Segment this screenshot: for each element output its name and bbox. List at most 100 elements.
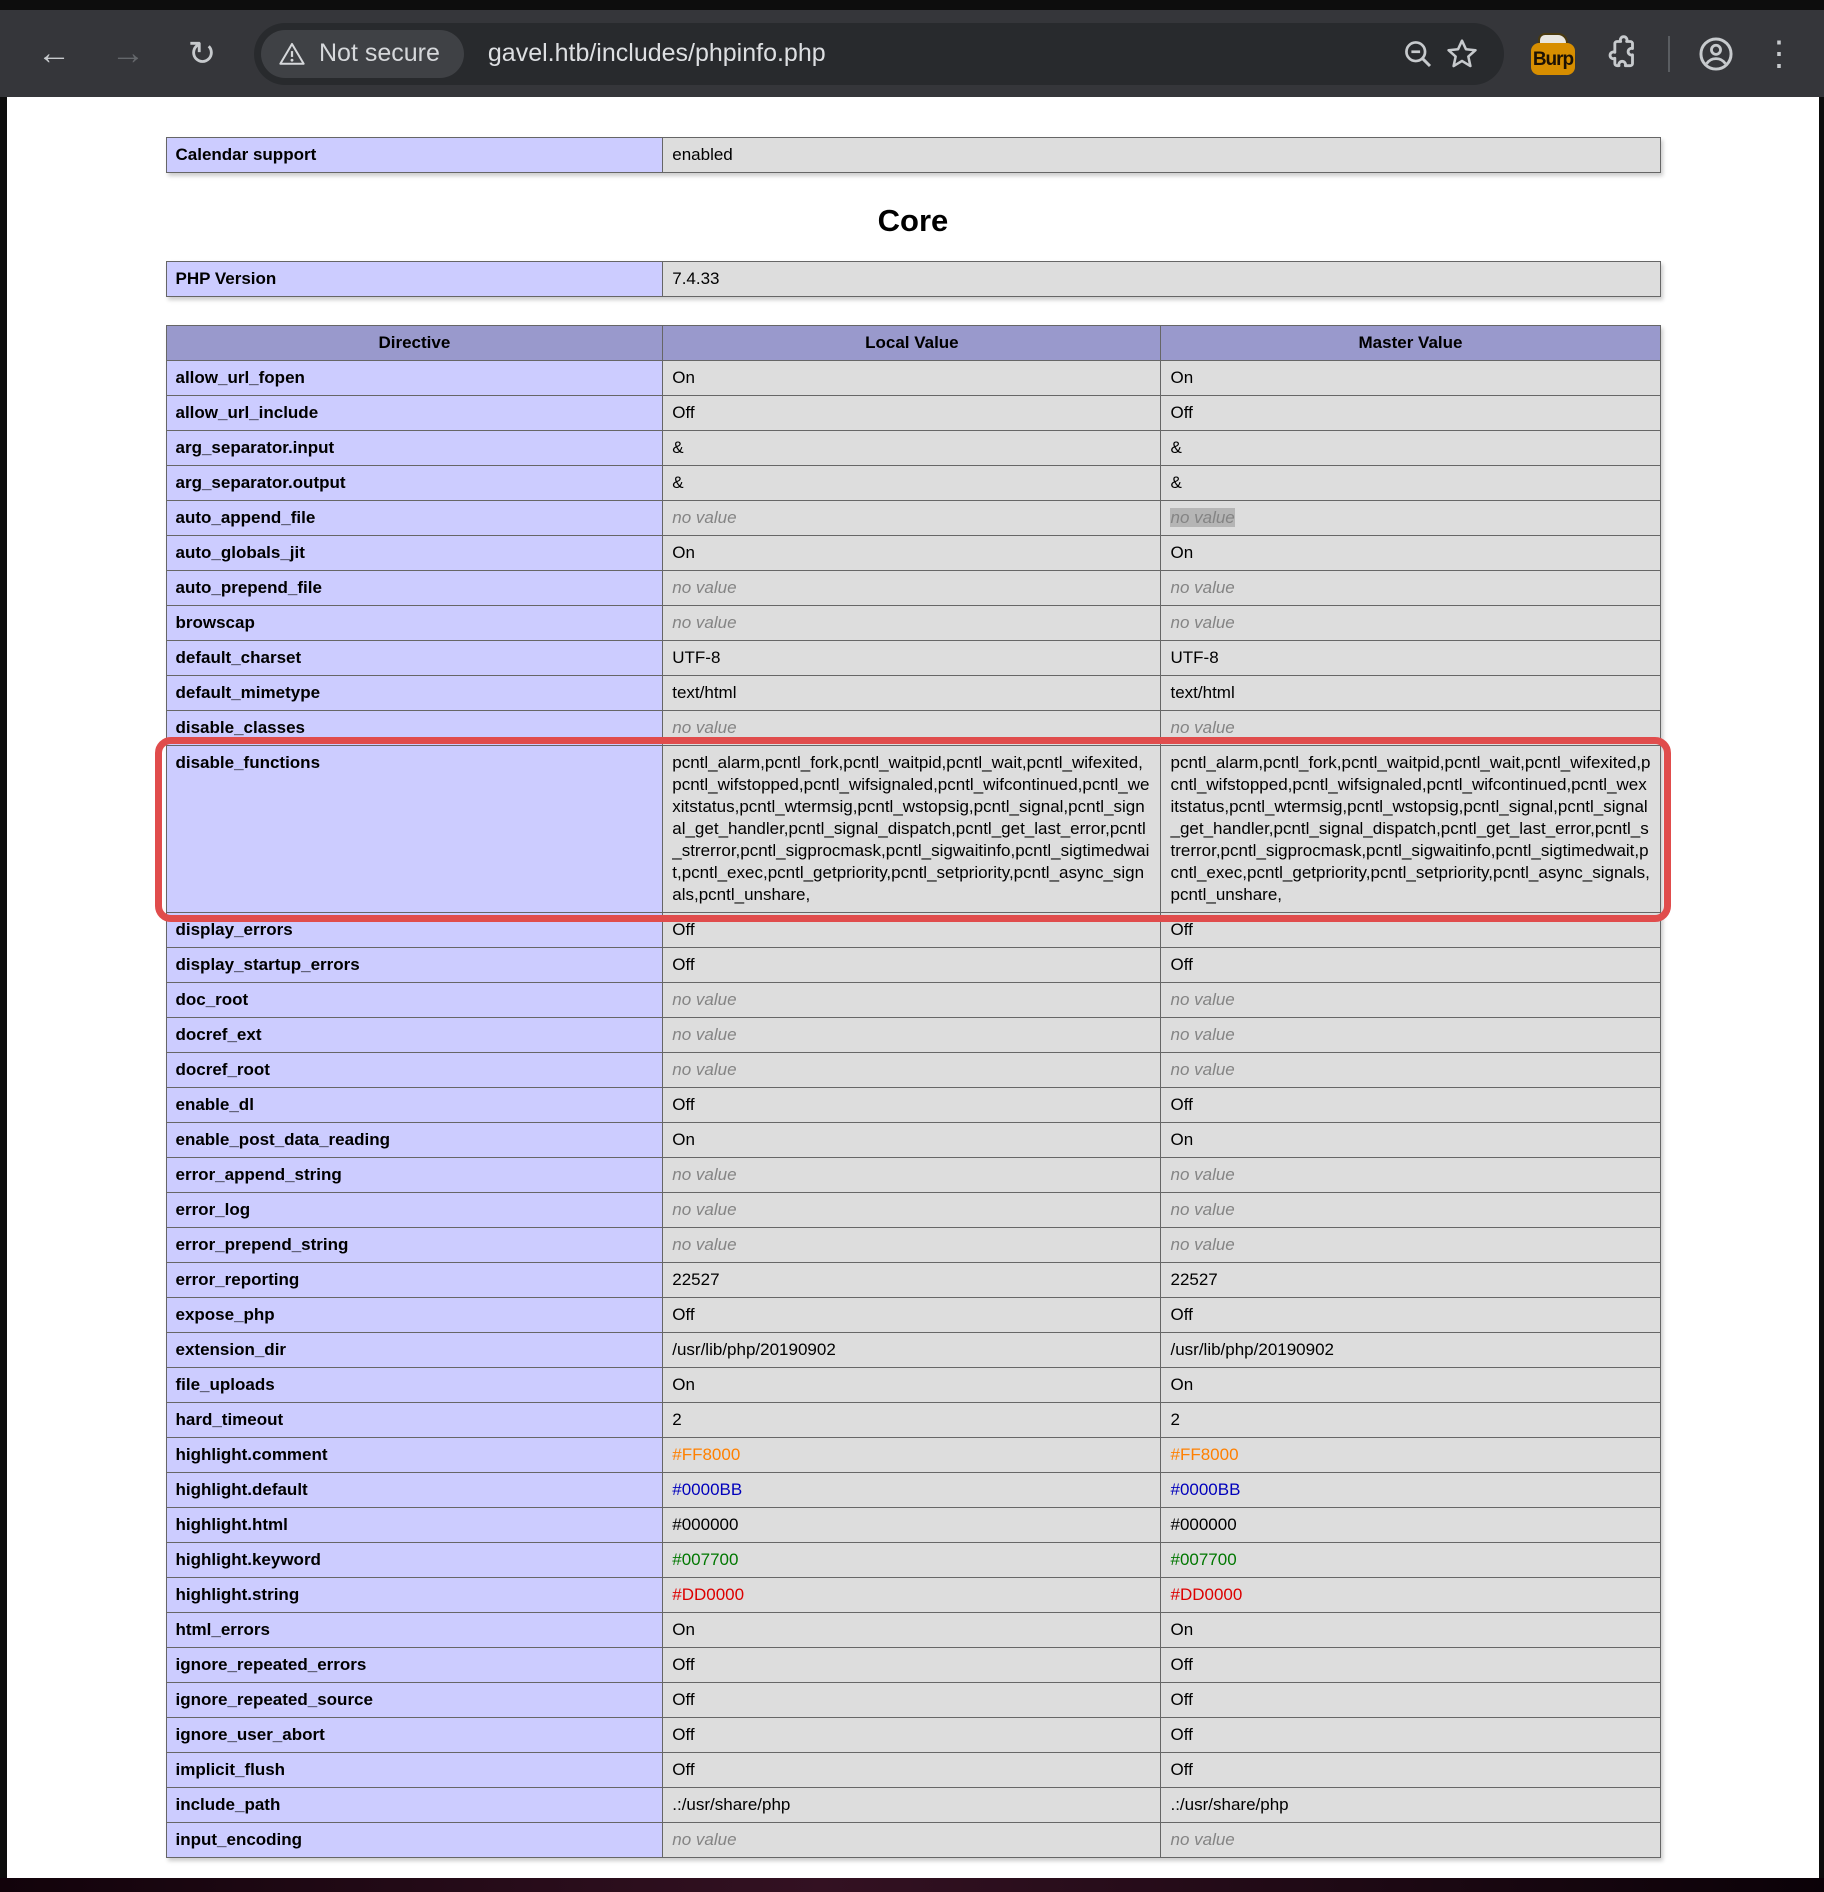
directive-cell: highlight.string bbox=[166, 1578, 663, 1613]
value-cell: no value bbox=[1161, 983, 1660, 1018]
value-cell: enabled bbox=[663, 138, 1660, 173]
reload-button[interactable]: ↻ bbox=[174, 26, 230, 82]
table-row: arg_separator.input&& bbox=[166, 431, 1660, 466]
value-cell: 22527 bbox=[663, 1263, 1161, 1298]
value-cell: Off bbox=[1161, 1753, 1660, 1788]
address-bar[interactable]: Not secure gavel.htb/includes/phpinfo.ph… bbox=[254, 23, 1504, 85]
table-row: expose_phpOffOff bbox=[166, 1298, 1660, 1333]
value-cell: UTF-8 bbox=[663, 641, 1161, 676]
value-cell: Off bbox=[663, 1648, 1161, 1683]
directive-cell: allow_url_fopen bbox=[166, 361, 663, 396]
value-cell: On bbox=[663, 361, 1161, 396]
value-cell: Off bbox=[1161, 948, 1660, 983]
value-cell: no value bbox=[1161, 1158, 1660, 1193]
bookmark-star-icon[interactable] bbox=[1440, 32, 1484, 76]
value-cell: no value bbox=[663, 1823, 1161, 1858]
value-cell: #0000BB bbox=[663, 1473, 1161, 1508]
value-cell: #DD0000 bbox=[663, 1578, 1161, 1613]
directive-cell: docref_root bbox=[166, 1053, 663, 1088]
table-row: docref_extno valueno value bbox=[166, 1018, 1660, 1053]
directive-cell: file_uploads bbox=[166, 1368, 663, 1403]
value-cell: no value bbox=[663, 1228, 1161, 1263]
value-cell: no value bbox=[663, 1018, 1161, 1053]
phpinfo-page: calendar Calendar support enabled Core P… bbox=[0, 97, 1824, 1878]
table-row: display_startup_errorsOffOff bbox=[166, 948, 1660, 983]
value-cell: Off bbox=[1161, 396, 1660, 431]
php-version-table: PHP Version 7.4.33 bbox=[166, 261, 1661, 297]
directive-cell: display_errors bbox=[166, 913, 663, 948]
value-cell: #000000 bbox=[1161, 1508, 1660, 1543]
directive-cell: expose_php bbox=[166, 1298, 663, 1333]
value-cell: On bbox=[663, 536, 1161, 571]
calendar-section-title: calendar bbox=[7, 97, 1819, 103]
value-cell: Off bbox=[663, 948, 1161, 983]
directive-cell: highlight.default bbox=[166, 1473, 663, 1508]
table-row: input_encodingno valueno value bbox=[166, 1823, 1660, 1858]
table-row: highlight.keyword#007700#007700 bbox=[166, 1543, 1660, 1578]
table-row: error_logno valueno value bbox=[166, 1193, 1660, 1228]
directive-cell: input_encoding bbox=[166, 1823, 663, 1858]
value-cell: no value bbox=[663, 711, 1161, 746]
value-cell: no value bbox=[1161, 501, 1660, 536]
table-row: docref_rootno valueno value bbox=[166, 1053, 1660, 1088]
value-cell: #007700 bbox=[663, 1543, 1161, 1578]
table-row: arg_separator.output&& bbox=[166, 466, 1660, 501]
directive-cell: disable_functions bbox=[166, 746, 663, 913]
not-secure-chip[interactable]: Not secure bbox=[261, 30, 464, 78]
directive-cell: PHP Version bbox=[166, 262, 663, 297]
column-header-master-value: Master Value bbox=[1161, 326, 1660, 361]
value-cell: no value bbox=[1161, 1823, 1660, 1858]
table-row: ignore_repeated_errorsOffOff bbox=[166, 1648, 1660, 1683]
value-cell: On bbox=[663, 1368, 1161, 1403]
directive-cell: doc_root bbox=[166, 983, 663, 1018]
directive-cell: Calendar support bbox=[166, 138, 663, 173]
window-top-edge bbox=[0, 0, 1824, 10]
directive-cell: highlight.html bbox=[166, 1508, 663, 1543]
extensions-puzzle-icon[interactable] bbox=[1600, 32, 1644, 76]
directive-cell: enable_dl bbox=[166, 1088, 663, 1123]
back-button[interactable]: ← bbox=[26, 26, 82, 82]
value-cell: On bbox=[1161, 361, 1660, 396]
value-cell: #0000BB bbox=[1161, 1473, 1660, 1508]
directive-cell: arg_separator.input bbox=[166, 431, 663, 466]
value-cell: no value bbox=[1161, 1053, 1660, 1088]
value-cell: UTF-8 bbox=[1161, 641, 1660, 676]
table-row: include_path.:/usr/share/php.:/usr/share… bbox=[166, 1788, 1660, 1823]
forward-button[interactable]: → bbox=[100, 26, 156, 82]
value-cell: On bbox=[663, 1123, 1161, 1158]
profile-avatar-icon[interactable] bbox=[1694, 32, 1738, 76]
value-cell: /usr/lib/php/20190902 bbox=[663, 1333, 1161, 1368]
value-cell: pcntl_alarm,pcntl_fork,pcntl_waitpid,pcn… bbox=[1161, 746, 1660, 913]
table-row: enable_post_data_readingOnOn bbox=[166, 1123, 1660, 1158]
value-cell: Off bbox=[663, 396, 1161, 431]
zoom-level-icon[interactable] bbox=[1396, 32, 1440, 76]
directive-cell: docref_ext bbox=[166, 1018, 663, 1053]
value-cell: text/html bbox=[663, 676, 1161, 711]
burp-extension-icon[interactable]: Burp bbox=[1530, 33, 1576, 75]
value-cell: no value bbox=[663, 571, 1161, 606]
value-cell: #DD0000 bbox=[1161, 1578, 1660, 1613]
table-row: implicit_flushOffOff bbox=[166, 1753, 1660, 1788]
table-row: allow_url_fopenOnOn bbox=[166, 361, 1660, 396]
calendar-support-table: Calendar support enabled bbox=[166, 137, 1661, 173]
value-cell: 2 bbox=[663, 1403, 1161, 1438]
value-cell: no value bbox=[1161, 606, 1660, 641]
value-cell: #000000 bbox=[663, 1508, 1161, 1543]
directive-cell: hard_timeout bbox=[166, 1403, 663, 1438]
value-cell: Off bbox=[663, 1298, 1161, 1333]
table-row: allow_url_includeOffOff bbox=[166, 396, 1660, 431]
table-row: error_append_stringno valueno value bbox=[166, 1158, 1660, 1193]
value-cell: text/html bbox=[1161, 676, 1660, 711]
window-bottom-edge bbox=[0, 1878, 1824, 1892]
value-cell: 7.4.33 bbox=[663, 262, 1660, 297]
menu-dots-icon[interactable]: ⋮ bbox=[1762, 37, 1796, 71]
directive-cell: auto_prepend_file bbox=[166, 571, 663, 606]
value-cell: Off bbox=[663, 913, 1161, 948]
table-row: extension_dir/usr/lib/php/20190902/usr/l… bbox=[166, 1333, 1660, 1368]
url-text: gavel.htb/includes/phpinfo.php bbox=[488, 39, 1396, 68]
directive-cell: implicit_flush bbox=[166, 1753, 663, 1788]
table-row: error_prepend_stringno valueno value bbox=[166, 1228, 1660, 1263]
value-cell: & bbox=[663, 431, 1161, 466]
table-row: hard_timeout22 bbox=[166, 1403, 1660, 1438]
directive-cell: error_prepend_string bbox=[166, 1228, 663, 1263]
